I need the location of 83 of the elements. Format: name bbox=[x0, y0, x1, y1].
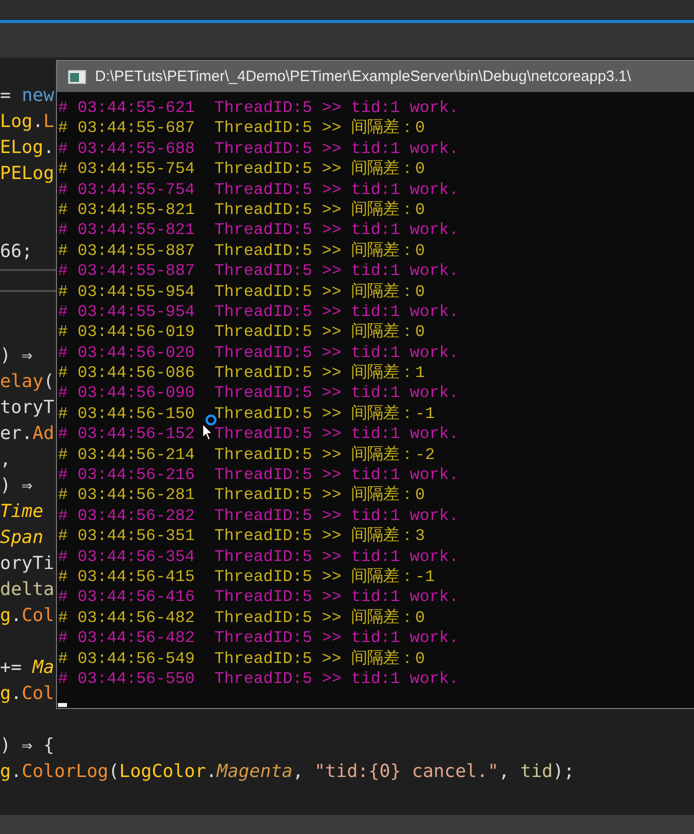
log-message: ThreadID:5 >> tid:1 work. bbox=[214, 383, 459, 404]
log-timestamp: # 03:44:56-086 bbox=[58, 363, 195, 384]
code-line: Time bbox=[0, 500, 44, 524]
code-line: ) ⇒ bbox=[0, 474, 33, 498]
log-message: ThreadID:5 >> 间隔差：-1 bbox=[214, 566, 435, 588]
log-timestamp: # 03:44:55-754 bbox=[58, 180, 195, 200]
log-timestamp: # 03:44:56-416 bbox=[58, 587, 195, 608]
log-message: ThreadID:5 >> 间隔差：0 bbox=[214, 282, 425, 302]
code-line: g.ColorLog(LogColor.Magenta, "tid:{0} cancel.", tid); bbox=[0, 760, 574, 784]
log-message: ThreadID:5 >> tid:1 work. bbox=[214, 668, 459, 690]
log-timestamp: # 03:44:56-415 bbox=[58, 566, 195, 588]
code-line: delta bbox=[0, 578, 54, 602]
log-timestamp: # 03:44:55-821 bbox=[58, 220, 195, 241]
log-message: ThreadID:5 >> tid:1 work. bbox=[214, 628, 459, 649]
log-timestamp: # 03:44:56-351 bbox=[58, 526, 195, 547]
log-message: ThreadID:5 >> 间隔差：0 bbox=[214, 608, 425, 628]
log-message: ThreadID:5 >> 间隔差：0 bbox=[214, 485, 425, 506]
log-message: ThreadID:5 >> tid:1 work. bbox=[214, 138, 459, 160]
log-timestamp: # 03:44:55-887 bbox=[58, 261, 195, 282]
log-message: ThreadID:5 >> 间隔差：0 bbox=[214, 648, 425, 669]
console-caret bbox=[58, 703, 67, 707]
log-timestamp: # 03:44:56-214 bbox=[58, 444, 195, 466]
log-timestamp: # 03:44:56-281 bbox=[58, 485, 195, 506]
log-message: ThreadID:5 >> tid:1 work. bbox=[214, 424, 459, 445]
code-line: Span bbox=[0, 526, 44, 550]
log-timestamp: # 03:44:55-687 bbox=[58, 118, 195, 139]
log-timestamp: # 03:44:56-020 bbox=[58, 342, 195, 364]
code-line: g.Col bbox=[0, 682, 54, 706]
code-line: ELog. bbox=[0, 136, 54, 160]
log-message: ThreadID:5 >> tid:1 work. bbox=[214, 506, 459, 526]
log-timestamp: # 03:44:55-821 bbox=[58, 200, 195, 220]
code-line: 66; bbox=[0, 240, 33, 264]
log-message: ThreadID:5 >> tid:1 work. bbox=[214, 220, 459, 241]
log-message: ThreadID:5 >> 间隔差：0 bbox=[214, 322, 425, 343]
log-timestamp: # 03:44:56-152 bbox=[58, 424, 195, 445]
code-line: , bbox=[0, 448, 11, 472]
log-message: ThreadID:5 >> tid:1 work. bbox=[214, 98, 459, 118]
log-timestamp: # 03:44:56-019 bbox=[58, 322, 195, 343]
log-timestamp: # 03:44:56-282 bbox=[58, 506, 195, 526]
log-timestamp: # 03:44:55-887 bbox=[58, 240, 195, 262]
code-line: toryT bbox=[0, 396, 54, 420]
code-line: PELog bbox=[0, 162, 54, 186]
code-line: ) ⇒ { bbox=[0, 734, 54, 758]
log-timestamp: # 03:44:55-954 bbox=[58, 302, 195, 322]
window-title: D:\PETuts\PETimer\_4Demo\PETimer\ExampleServer\bin\Debug\netcoreapp3.1\ bbox=[95, 68, 632, 85]
log-timestamp: # 03:44:56-090 bbox=[58, 383, 195, 404]
code-line: ) ⇒ bbox=[0, 344, 33, 368]
log-timestamp: # 03:44:55-621 bbox=[58, 98, 195, 118]
mouse-pointer-icon bbox=[202, 423, 213, 441]
log-message: ThreadID:5 >> tid:1 work. bbox=[214, 302, 459, 322]
log-message: ThreadID:5 >> 间隔差：0 bbox=[214, 200, 425, 220]
log-message: ThreadID:5 >> tid:1 work. bbox=[214, 342, 459, 364]
log-timestamp: # 03:44:56-549 bbox=[58, 648, 195, 669]
log-message: ThreadID:5 >> tid:1 work. bbox=[214, 546, 459, 567]
log-timestamp: # 03:44:56-482 bbox=[58, 628, 195, 649]
code-line: g.Col bbox=[0, 604, 54, 628]
log-message: ThreadID:5 >> tid:1 work. bbox=[214, 465, 459, 486]
code-line: += Ma bbox=[0, 656, 54, 680]
log-timestamp: # 03:44:55-954 bbox=[58, 282, 195, 302]
log-message: ThreadID:5 >> 间隔差：3 bbox=[214, 526, 425, 547]
log-message: ThreadID:5 >> tid:1 work. bbox=[214, 587, 459, 608]
log-message: ThreadID:5 >> 间隔差：0 bbox=[214, 118, 425, 139]
log-message: ThreadID:5 >> tid:1 work. bbox=[214, 261, 459, 282]
log-timestamp: # 03:44:55-754 bbox=[58, 159, 195, 180]
code-line: Log.L bbox=[0, 110, 54, 134]
code-line: oryTi bbox=[0, 552, 54, 576]
log-timestamp: # 03:44:56-354 bbox=[58, 546, 195, 567]
console-icon bbox=[68, 70, 86, 84]
log-timestamp: # 03:44:56-150 bbox=[58, 404, 195, 424]
busy-ring-icon bbox=[205, 414, 217, 426]
log-timestamp: # 03:44:55-688 bbox=[58, 138, 195, 160]
log-message: ThreadID:5 >> 间隔差：0 bbox=[214, 240, 425, 262]
log-message: ThreadID:5 >> tid:1 work. bbox=[214, 180, 459, 200]
code-line: elay( bbox=[0, 370, 54, 394]
log-message: ThreadID:5 >> 间隔差：0 bbox=[214, 159, 425, 180]
log-timestamp: # 03:44:56-550 bbox=[58, 668, 195, 690]
log-message: ThreadID:5 >> 间隔差：1 bbox=[214, 363, 425, 384]
code-line: = new bbox=[0, 84, 54, 108]
log-timestamp: # 03:44:56-482 bbox=[58, 608, 195, 628]
log-timestamp: # 03:44:56-216 bbox=[58, 465, 195, 486]
log-message: ThreadID:5 >> 间隔差：-1 bbox=[214, 404, 435, 424]
log-message: ThreadID:5 >> 间隔差：-2 bbox=[214, 444, 435, 466]
code-line: er.Ad bbox=[0, 422, 54, 446]
